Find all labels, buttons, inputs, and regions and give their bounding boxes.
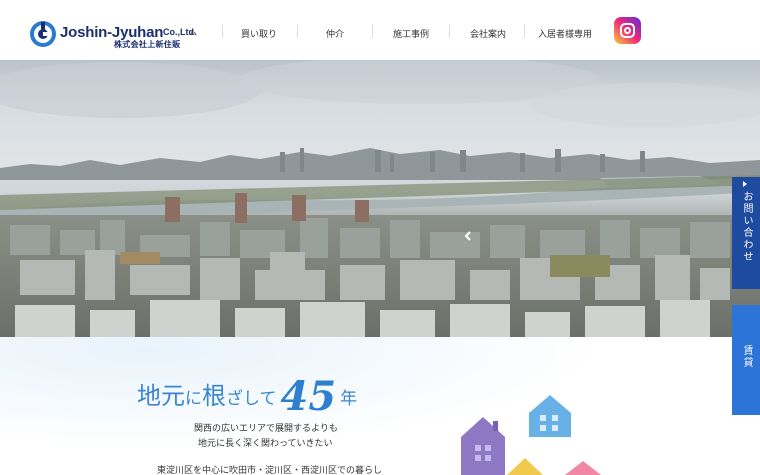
main-nav: ム 買い取り 仲介 施工事例 会社案内 入居者様専用 (0, 0, 760, 60)
nav-item-sekou-jirei[interactable]: 施工事例 (393, 27, 429, 40)
nav-item-partial[interactable]: ム (189, 27, 197, 38)
intro-text-line: 地元に長く深く関わっていきたい (198, 439, 333, 449)
intro-section: 地元に根ざして 45 年 関西の広いエリアで展開するよりも 地元に長く深く関わってい… (0, 337, 732, 475)
arrow-right-icon (743, 181, 747, 187)
nav-divider (297, 24, 298, 38)
nav-item-kaitori[interactable]: 買い取り (241, 27, 277, 40)
nav-divider (372, 24, 373, 38)
catch-char: 地 (137, 382, 161, 410)
hero-cityscape-image (0, 60, 760, 337)
cityscape-illustration (0, 60, 760, 337)
nav-divider (222, 24, 223, 38)
rent-tab-label: 賃貸 (741, 345, 752, 369)
rent-side-tab[interactable]: 賃貸 (732, 305, 760, 415)
intro-text-line: 関西の広いエリアで展開するよりも (194, 424, 338, 434)
nav-divider (524, 24, 525, 38)
instagram-icon[interactable] (614, 17, 641, 44)
nav-item-kaisha-annai[interactable]: 会社案内 (470, 27, 506, 40)
nav-divider (449, 24, 450, 38)
nav-item-nyukyosha[interactable]: 入居者様専用 (538, 27, 592, 40)
contact-tab-label: お問い合わせ (741, 191, 752, 263)
catch-number: 45 (280, 373, 337, 420)
nav-item-chukai[interactable]: 仲介 (326, 27, 344, 40)
catch-char: ざして (226, 389, 277, 409)
contact-side-tab[interactable]: お問い合わせ (732, 177, 760, 289)
catchphrase-heading: 地元に根ざして 45 年 (137, 367, 358, 420)
catch-char: 根 (202, 382, 226, 410)
site-header: Joshin-Jyuhan Co.,Ltd 株式会社上新住販 ム 買い取り 仲介… (0, 0, 760, 60)
catch-year: 年 (340, 389, 358, 409)
watercolor-houses-illustration (461, 395, 601, 475)
catch-char: 元 (161, 382, 185, 410)
intro-text-line: 東淀川区を中心に吹田市・淀川区・西淀川区での暮らし (157, 466, 383, 475)
catch-char: に (185, 389, 202, 409)
